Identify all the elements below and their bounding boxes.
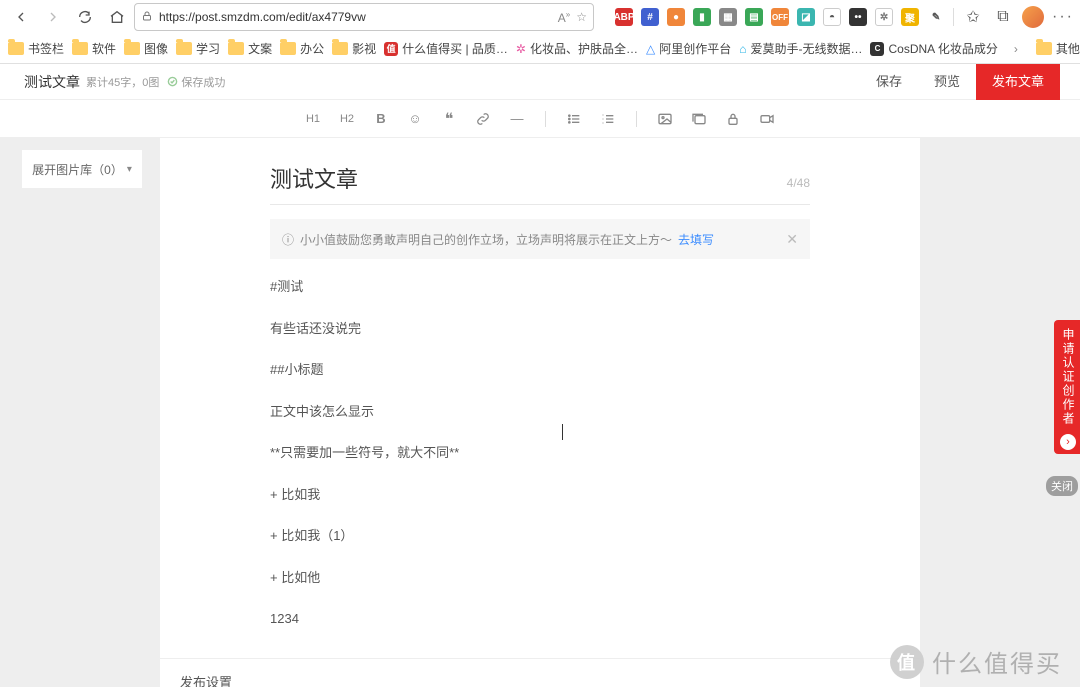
ext-off-icon[interactable]: OFF: [771, 8, 789, 26]
nav-back-button[interactable]: [6, 2, 36, 32]
nav-home-button[interactable]: [102, 2, 132, 32]
title-char-count: 4/48: [787, 176, 810, 190]
ext-dot-icon[interactable]: ●: [667, 8, 685, 26]
bookmark-link[interactable]: △阿里创作平台: [646, 40, 731, 57]
bookmark-folder[interactable]: 影视: [332, 40, 376, 57]
content-line[interactable]: #测试: [270, 277, 810, 297]
tool-hr[interactable]: —: [507, 109, 527, 129]
bookmark-folder[interactable]: 办公: [280, 40, 324, 57]
favorites-button[interactable]: ✩: [962, 2, 984, 32]
document-body[interactable]: #测试 有些话还没说完 ##小标题 正文中该怎么显示 **只需要加一些符号，就大…: [160, 259, 920, 658]
lock-icon: [141, 10, 153, 25]
extensions-tray: ABP # ● ▮ ▦ ▤ OFF ◪ ◓ •• ✲ 聚 ✎ ✩ ⧉ ···: [615, 2, 1074, 32]
tool-lock[interactable]: [723, 109, 743, 129]
browser-menu-button[interactable]: ···: [1052, 8, 1074, 26]
preview-button[interactable]: 预览: [918, 64, 976, 100]
ext-shield-icon[interactable]: ◓: [823, 8, 841, 26]
watermark-logo-icon: 值: [890, 645, 924, 679]
tool-ul[interactable]: [564, 109, 584, 129]
chevron-right-icon: ›: [1060, 434, 1076, 450]
ext-teal-icon[interactable]: ◪: [797, 8, 815, 26]
bookmark-folder[interactable]: 学习: [176, 40, 220, 57]
ext-y-icon[interactable]: 聚: [901, 8, 919, 26]
publish-settings-toggle[interactable]: 发布设置: [160, 658, 920, 687]
bookmark-link[interactable]: CCosDNA 化妆品成分: [870, 40, 997, 57]
content-line[interactable]: 1234: [270, 609, 810, 629]
ext-gear-icon[interactable]: ✲: [875, 8, 893, 26]
image-library-toggle[interactable]: 展开图片库（0） ▾: [22, 150, 142, 188]
bookmarks-overflow-button[interactable]: ›: [1014, 42, 1018, 56]
format-toolbar: H1 H2 B ☺ ❝ —: [0, 100, 1080, 138]
bookmarks-bar: 书签栏 软件 图像 学习 文案 办公 影视 值什么值得买 | 品质… ✲化妆品、…: [0, 34, 1080, 64]
tool-ol[interactable]: [598, 109, 618, 129]
watermark-text: 什么值得买: [932, 644, 1062, 679]
content-line[interactable]: ##小标题: [270, 360, 810, 380]
close-floater-button[interactable]: 关闭: [1046, 476, 1078, 496]
publish-button[interactable]: 发布文章: [976, 64, 1060, 100]
content-line[interactable]: 有些话还没说完: [270, 319, 810, 339]
content-line[interactable]: + 比如我: [270, 485, 810, 505]
ext-abp-icon[interactable]: ABP: [615, 8, 633, 26]
stance-banner: ⓘ 小小值鼓励您勇敢声明自己的创作立场，立场声明将展示在正文上方～ 去填写 ✕: [270, 219, 810, 259]
content-line[interactable]: 正文中该怎么显示: [270, 402, 810, 422]
watermark: 值 什么值得买: [890, 644, 1062, 679]
stance-banner-text: 小小值鼓励您勇敢声明自己的创作立场，立场声明将展示在正文上方～: [300, 231, 672, 248]
chevron-down-icon: ▾: [127, 164, 132, 175]
profile-avatar[interactable]: [1022, 6, 1044, 28]
apply-creator-cert-button[interactable]: 申请认证创作者 ›: [1054, 320, 1080, 454]
nav-forward-button[interactable]: [38, 2, 68, 32]
content-line[interactable]: **只需要加一些符号，就大不同**: [270, 443, 810, 463]
ext-pen-icon[interactable]: ✎: [927, 8, 945, 26]
bookmark-folder[interactable]: 书签栏: [8, 40, 64, 57]
ext-green-icon[interactable]: ▮: [693, 8, 711, 26]
tool-quote[interactable]: ❝: [439, 109, 459, 129]
tool-bold[interactable]: B: [371, 109, 391, 129]
bookmark-link[interactable]: ⌂爱莫助手-无线数据…: [739, 40, 862, 57]
bookmark-folder[interactable]: 软件: [72, 40, 116, 57]
tool-gallery[interactable]: [689, 109, 709, 129]
tool-emoji[interactable]: ☺: [405, 109, 425, 129]
tool-h2[interactable]: H2: [337, 109, 357, 129]
editor-canvas[interactable]: 测试文章 4/48 ⓘ 小小值鼓励您勇敢声明自己的创作立场，立场声明将展示在正文…: [160, 138, 920, 658]
address-bar[interactable]: A» ☆: [134, 3, 594, 31]
bookmark-folder[interactable]: 文案: [228, 40, 272, 57]
ext-grey-icon[interactable]: ▦: [719, 8, 737, 26]
stance-banner-close[interactable]: ✕: [786, 231, 798, 248]
tool-video[interactable]: [757, 109, 777, 129]
info-icon: ⓘ: [282, 231, 294, 248]
reader-mode-icon[interactable]: A»: [558, 10, 570, 25]
favorite-icon[interactable]: ☆: [576, 10, 587, 24]
editor-header: 测试文章 累计45字，0图 保存成功 保存 预览 发布文章: [0, 64, 1080, 100]
bookmark-folder-other[interactable]: 其他收藏夹: [1036, 40, 1080, 57]
editor-doc-stats: 累计45字，0图: [86, 74, 159, 90]
ext-hash-icon[interactable]: #: [641, 8, 659, 26]
tool-image[interactable]: [655, 109, 675, 129]
editor-doc-title: 测试文章: [24, 72, 80, 92]
document-title-input[interactable]: 测试文章: [270, 162, 787, 194]
ext-sheets-icon[interactable]: ▤: [745, 8, 763, 26]
tool-h1[interactable]: H1: [303, 109, 323, 129]
save-button[interactable]: 保存: [860, 64, 918, 100]
bookmark-folder[interactable]: 图像: [124, 40, 168, 57]
stance-fill-link[interactable]: 去填写: [678, 231, 714, 248]
bookmark-link[interactable]: ✲化妆品、护肤品全…: [516, 40, 638, 57]
collections-button[interactable]: ⧉: [992, 2, 1014, 32]
bookmark-link[interactable]: 值什么值得买 | 品质…: [384, 40, 508, 57]
content-line[interactable]: + 比如我（1）: [270, 526, 810, 546]
ext-eyes-icon[interactable]: ••: [849, 8, 867, 26]
nav-refresh-button[interactable]: [70, 2, 100, 32]
text-cursor: [562, 424, 563, 440]
url-input[interactable]: [159, 10, 552, 24]
tool-link[interactable]: [473, 109, 493, 129]
editor-save-status: 保存成功: [167, 74, 225, 90]
content-line[interactable]: + 比如他: [270, 568, 810, 588]
